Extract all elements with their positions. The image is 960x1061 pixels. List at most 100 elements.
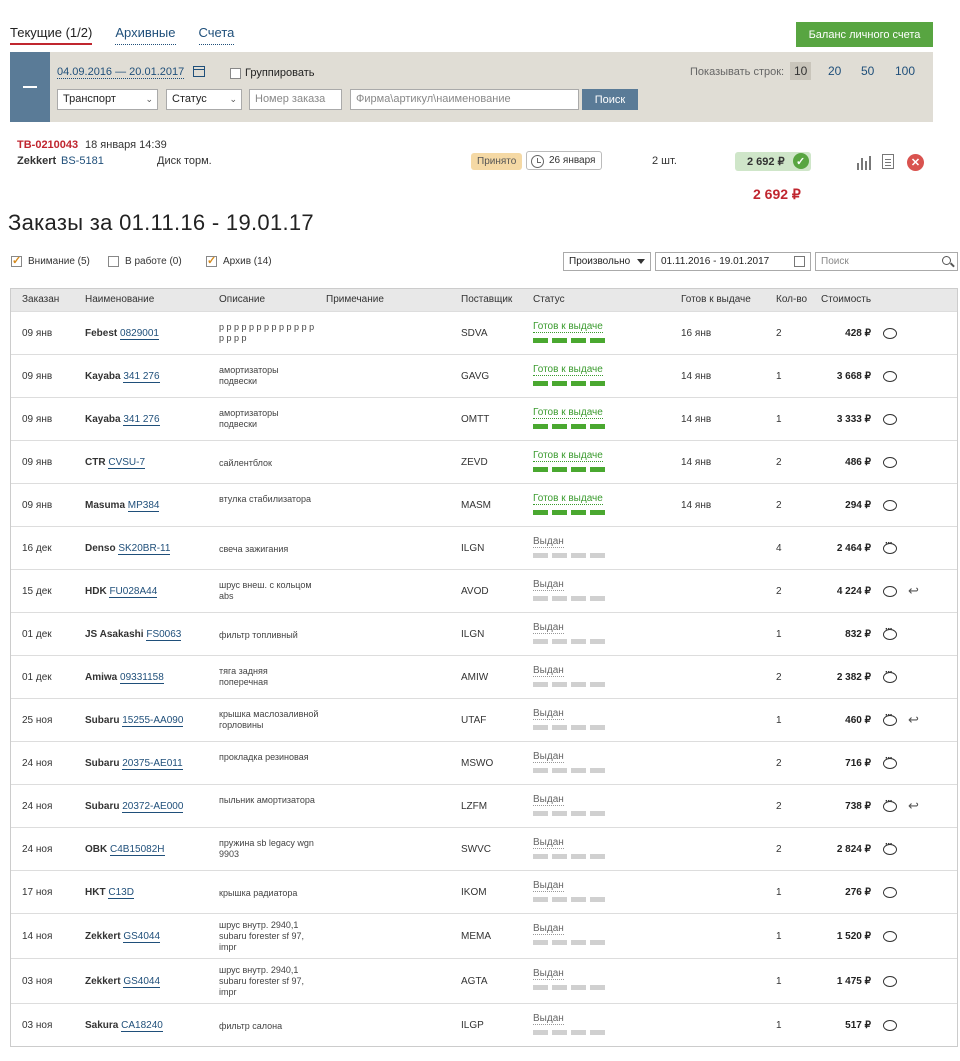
- status-link[interactable]: Готов к выдаче: [533, 364, 603, 376]
- return-icon[interactable]: ↩: [908, 798, 919, 814]
- search-button[interactable]: Поиск: [582, 89, 638, 110]
- rows-option-50[interactable]: 50: [857, 62, 878, 80]
- group-checkbox-box[interactable]: [230, 67, 241, 79]
- comment-icon[interactable]: [883, 667, 897, 686]
- tab-current[interactable]: Текущие (1/2): [10, 25, 93, 45]
- search-icon[interactable]: [942, 256, 951, 265]
- row-article-link[interactable]: 341 276: [123, 371, 160, 383]
- row-article-link[interactable]: 0829001: [120, 328, 159, 340]
- row-article-link[interactable]: C4B15082H: [110, 844, 165, 856]
- table-row[interactable]: 25 ноя Subaru 15255-AA090 крышка маслозали…: [11, 698, 957, 741]
- filter-archive[interactable]: Архив (14): [206, 254, 272, 267]
- comment-icon[interactable]: [883, 796, 897, 815]
- list-search-input[interactable]: Поиск: [815, 252, 958, 271]
- collapse-filter-button[interactable]: [10, 52, 50, 122]
- tab-archive[interactable]: Архивные: [115, 25, 176, 45]
- row-article-link[interactable]: MP384: [127, 500, 160, 512]
- order-number-input[interactable]: Номер заказа: [249, 89, 342, 110]
- calendar-icon[interactable]: [193, 66, 205, 77]
- row-article-link[interactable]: GS4044: [123, 931, 161, 943]
- row-article-link[interactable]: 20375-AE011: [122, 758, 183, 770]
- comment-icon[interactable]: [883, 414, 897, 428]
- status-select[interactable]: Статус ⌄: [166, 89, 242, 110]
- table-row[interactable]: 17 ноя HKT C13D крышка радиатора IKOM Выдан 1…: [11, 870, 957, 913]
- status-link[interactable]: Выдан: [533, 923, 564, 935]
- rows-option-20[interactable]: 20: [824, 62, 845, 80]
- col-qty[interactable]: Кол-во: [776, 294, 807, 305]
- document-icon[interactable]: [882, 154, 894, 169]
- filter-attention[interactable]: Внимание (5): [11, 254, 90, 267]
- row-article-link[interactable]: SK20BR-11: [118, 543, 171, 555]
- period-select[interactable]: Произвольно: [563, 252, 651, 271]
- table-row[interactable]: 01 дек Amiwa 09331158 тяга задняя поперечн…: [11, 655, 957, 698]
- comment-icon[interactable]: [883, 976, 897, 990]
- rows-option-100[interactable]: 100: [891, 62, 919, 80]
- status-link[interactable]: Выдан: [533, 665, 564, 677]
- status-link[interactable]: Готов к выдаче: [533, 321, 603, 333]
- period-date-input[interactable]: 01.11.2016 - 19.01.2017: [655, 252, 811, 271]
- row-article-link[interactable]: FS0063: [146, 629, 182, 641]
- col-cost[interactable]: Стоимость: [821, 294, 871, 305]
- table-row[interactable]: 16 дек Denso SK20BR-11 свеча зажигания ILGN…: [11, 526, 957, 569]
- row-article-link[interactable]: GS4044: [123, 976, 161, 988]
- status-link[interactable]: Готов к выдаче: [533, 450, 603, 462]
- table-row[interactable]: 09 янв Kayaba 341 276 амортизаторы подвеск…: [11, 397, 957, 440]
- comment-icon[interactable]: [883, 538, 897, 557]
- date-range-link[interactable]: 04.09.2016 — 20.01.2017: [57, 66, 185, 79]
- comment-icon[interactable]: [883, 500, 897, 514]
- order-code[interactable]: ТВ-0210043: [17, 139, 78, 151]
- comment-icon[interactable]: [883, 839, 897, 858]
- status-link[interactable]: Выдан: [533, 880, 564, 892]
- status-link[interactable]: Готов к выдаче: [533, 493, 603, 505]
- table-row[interactable]: 01 дек JS Asakashi FS0063 фильтр топливный…: [11, 612, 957, 655]
- comment-icon[interactable]: [883, 457, 897, 471]
- status-link[interactable]: Выдан: [533, 622, 564, 634]
- comment-icon[interactable]: [883, 328, 897, 342]
- comment-icon[interactable]: [883, 753, 897, 772]
- table-row[interactable]: 24 ноя Subaru 20375-AE011 прокладка резино…: [11, 741, 957, 784]
- comment-icon[interactable]: [883, 887, 897, 901]
- transport-select[interactable]: Транспорт ⌄: [57, 89, 158, 110]
- table-row[interactable]: 09 янв CTR CVSU-7 сайлентблок ZEVD Готов к в…: [11, 440, 957, 483]
- status-link[interactable]: Готов к выдаче: [533, 407, 603, 419]
- group-checkbox[interactable]: Группировать: [230, 67, 315, 79]
- status-link[interactable]: Выдан: [533, 536, 564, 548]
- row-article-link[interactable]: CA18240: [121, 1020, 163, 1032]
- status-link[interactable]: Выдан: [533, 794, 564, 806]
- status-link[interactable]: Выдан: [533, 968, 564, 980]
- tab-invoices[interactable]: Счета: [198, 25, 235, 45]
- firm-article-input[interactable]: Фирма\артикул\наименование: [350, 89, 579, 110]
- table-row[interactable]: 03 ноя Zekkert GS4044 шрус внутр. 2940,1 s…: [11, 958, 957, 1003]
- chart-icon[interactable]: [857, 154, 873, 170]
- in-work-checkbox[interactable]: [108, 256, 119, 267]
- table-row[interactable]: 09 янв Febest 0829001 р р р р р р р р р р …: [11, 311, 957, 354]
- col-ordered[interactable]: Заказан: [22, 294, 59, 305]
- balance-button[interactable]: Баланс личного счета: [796, 22, 933, 47]
- comment-icon[interactable]: [883, 710, 897, 729]
- row-article-link[interactable]: FU028A44: [109, 586, 158, 598]
- comment-icon[interactable]: [883, 1020, 897, 1034]
- row-article-link[interactable]: C13D: [108, 887, 134, 899]
- delete-icon[interactable]: ✕: [907, 154, 924, 171]
- comment-icon[interactable]: [883, 371, 897, 385]
- return-icon[interactable]: ↩: [908, 583, 919, 599]
- table-row[interactable]: 15 дек HDK FU028A44 шрус внеш. с кольцом a…: [11, 569, 957, 612]
- col-ready[interactable]: Готов к выдаче: [681, 294, 751, 305]
- row-article-link[interactable]: 341 276: [123, 414, 160, 426]
- status-link[interactable]: Выдан: [533, 579, 564, 591]
- status-link[interactable]: Выдан: [533, 1013, 564, 1025]
- table-row[interactable]: 03 ноя Sakura CA18240 фильтр салона ILGP Выд…: [11, 1003, 957, 1046]
- table-row[interactable]: 14 ноя Zekkert GS4044 шрус внутр. 2940,1 s…: [11, 913, 957, 958]
- table-row[interactable]: 24 ноя OBK C4B15082H пружина sb legacy wgn…: [11, 827, 957, 870]
- comment-icon[interactable]: [883, 931, 897, 945]
- row-article-link[interactable]: CVSU-7: [108, 457, 146, 469]
- status-link[interactable]: Выдан: [533, 708, 564, 720]
- comment-icon[interactable]: [883, 624, 897, 643]
- row-article-link[interactable]: 15255-AA090: [122, 715, 184, 727]
- rows-option-10[interactable]: 10: [790, 62, 812, 80]
- table-row[interactable]: 24 ноя Subaru 20372-AE000 пыльник амортиза…: [11, 784, 957, 827]
- col-name[interactable]: Наименование: [85, 294, 154, 305]
- return-icon[interactable]: ↩: [908, 712, 919, 728]
- row-article-link[interactable]: 20372-AE000: [122, 801, 184, 813]
- table-row[interactable]: 09 янв Kayaba 341 276 амортизаторы подвеск…: [11, 354, 957, 397]
